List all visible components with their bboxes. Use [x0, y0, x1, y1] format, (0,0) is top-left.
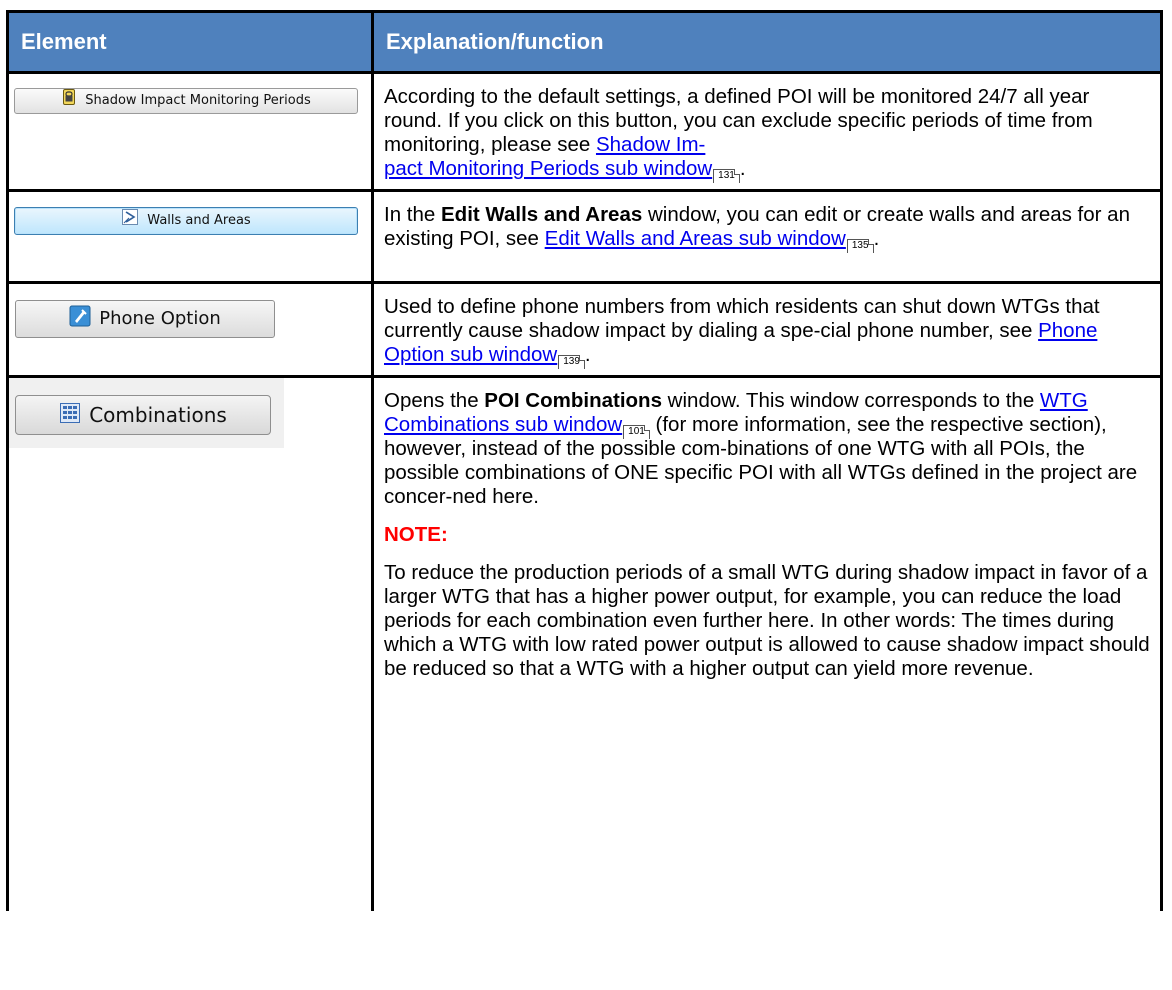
button-label: Shadow Impact Monitoring Periods	[85, 93, 311, 108]
table-row: Phone Option Used to define phone number…	[6, 281, 1163, 378]
table-row: Shadow Impact Monitoring Periods Accordi…	[6, 71, 1163, 192]
table-row: Walls and Areas In the Edit Walls and Ar…	[6, 189, 1163, 284]
page-ref[interactable]: 139	[558, 355, 585, 369]
grid-icon	[59, 402, 81, 429]
explanation-cell: Opens the POI Combinations window. This …	[371, 375, 1163, 911]
element-cell: Combinations	[6, 375, 374, 911]
table-row: Combinations Opens the POI Combinations …	[6, 375, 1163, 911]
note-label: NOTE:	[384, 523, 448, 546]
page-ref[interactable]: 131	[713, 169, 740, 183]
walls-and-areas-button[interactable]: Walls and Areas	[14, 207, 358, 235]
combinations-button[interactable]: Combinations	[15, 395, 271, 435]
walls-icon	[121, 208, 139, 235]
element-cell: Shadow Impact Monitoring Periods	[6, 71, 374, 192]
bold-window-name: POI Combinations	[484, 389, 662, 412]
page-ref[interactable]: 135	[846, 239, 874, 253]
edit-walls-and-areas-link[interactable]: Edit Walls and Areas sub window	[545, 227, 846, 250]
explanation-cell: Used to define phone numbers from which …	[371, 281, 1163, 378]
header-explanation: Explanation/function	[371, 10, 1163, 74]
page-ref[interactable]: 101	[623, 425, 650, 439]
lock-icon	[61, 88, 77, 114]
phone-icon	[69, 305, 91, 334]
phone-option-button[interactable]: Phone Option	[15, 300, 275, 338]
explanation-cell: According to the default settings, a def…	[371, 71, 1163, 192]
note-text: To reduce the production periods of a sm…	[384, 561, 1150, 680]
explanation-cell: In the Edit Walls and Areas window, you …	[371, 189, 1163, 284]
element-table: Element Explanation/function Shadow Impa…	[6, 10, 1163, 911]
shadow-impact-monitoring-periods-button[interactable]: Shadow Impact Monitoring Periods	[14, 88, 358, 114]
explanation-text: According to the default settings, a def…	[384, 85, 1093, 156]
element-cell: Phone Option	[6, 281, 374, 378]
header-element: Element	[6, 10, 374, 74]
element-cell: Walls and Areas	[6, 189, 374, 284]
button-label: Walls and Areas	[147, 213, 251, 228]
button-label: Phone Option	[99, 308, 221, 329]
button-label: Combinations	[89, 403, 227, 427]
table-header-row: Element Explanation/function	[6, 10, 1163, 74]
bold-window-name: Edit Walls and Areas	[441, 203, 643, 226]
